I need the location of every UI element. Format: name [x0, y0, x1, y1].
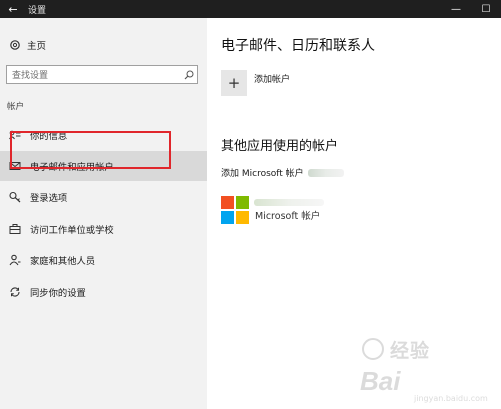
sidebar-item-label: 同步你的设置 — [30, 288, 86, 299]
sidebar-item-label: 家庭和其他人员 — [30, 256, 96, 267]
sidebar-item-label: 访问工作单位或学校 — [30, 225, 114, 236]
watermark-text: 经验 — [390, 340, 431, 362]
microsoft-account-item[interactable]: Microsoft 帐户 — [221, 196, 324, 224]
sidebar-item-sign-in-options[interactable]: 登录选项 — [0, 182, 207, 212]
plus-icon: + — [221, 70, 247, 96]
watermark: 经验 Bai jingyan.baidu.com — [356, 336, 498, 406]
minimize-button[interactable]: — — [441, 0, 471, 18]
redacted-text — [307, 168, 344, 177]
page-title: 电子邮件、日历和联系人 — [221, 38, 375, 54]
watermark-url: jingyan.baidu.com — [414, 394, 488, 403]
maximize-button[interactable]: ☐ — [471, 0, 501, 18]
search-input[interactable]: 查找设置 — [6, 65, 198, 84]
briefcase-icon — [8, 222, 22, 236]
section-heading-other-accounts: 其他应用使用的帐户 — [221, 139, 339, 154]
section-label-accounts: 帐户 — [7, 102, 25, 112]
search-placeholder: 查找设置 — [12, 71, 49, 81]
gear-icon — [8, 38, 22, 52]
search-icon[interactable] — [181, 70, 197, 80]
sync-icon — [8, 285, 22, 299]
window-controls: — ☐ — [441, 0, 501, 18]
add-account-button[interactable]: + 添加帐户 — [221, 70, 290, 96]
sidebar-item-label: 登录选项 — [30, 193, 68, 204]
sidebar-item-sync[interactable]: 同步你的设置 — [0, 277, 207, 307]
sidebar-item-family[interactable]: 家庭和其他人员 — [0, 245, 207, 275]
watermark-logo-icon — [362, 338, 384, 360]
add-microsoft-account-link[interactable]: 添加 Microsoft 帐户 — [221, 166, 344, 179]
sidebar-item-home[interactable]: 主页 — [8, 37, 46, 53]
back-button[interactable]: ← — [0, 0, 26, 18]
microsoft-logo-icon — [221, 196, 249, 224]
microsoft-account-label: Microsoft 帐户 — [255, 211, 321, 222]
redacted-email — [254, 199, 324, 206]
person-icon — [8, 253, 22, 267]
sidebar-item-work-school[interactable]: 访问工作单位或学校 — [0, 214, 207, 244]
add-account-label: 添加帐户 — [254, 74, 291, 85]
title-bar: ← 设置 — ☐ — [0, 0, 501, 18]
home-label: 主页 — [27, 41, 47, 52]
sidebar: 主页 查找设置 帐户 你的信息 电子邮件和应用帐户 登录选项 访问工作单位或学校 — [0, 18, 207, 409]
add-microsoft-account-label: 添加 Microsoft 帐户 — [221, 169, 304, 179]
window-title: 设置 — [28, 5, 47, 16]
key-icon — [8, 190, 22, 204]
watermark-brand: Bai — [360, 366, 401, 396]
highlight-annotation — [10, 131, 171, 169]
